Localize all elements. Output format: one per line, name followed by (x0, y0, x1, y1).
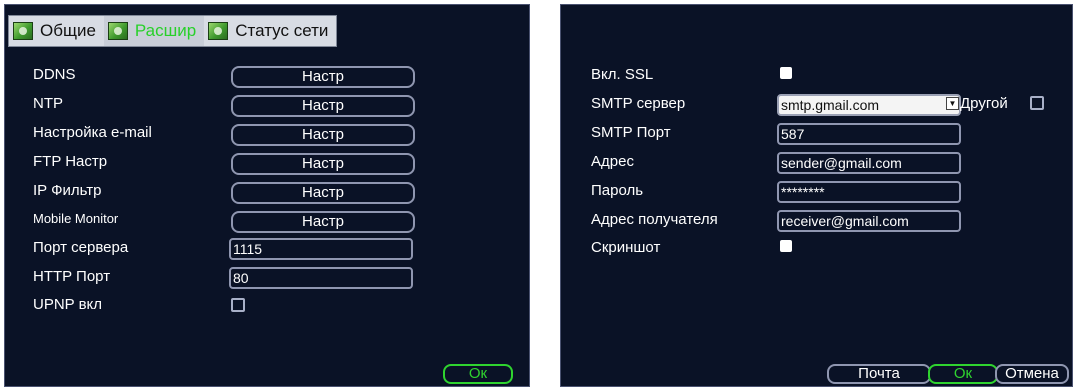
smtp-server-dropdown[interactable]: smtp.gmail.com (777, 94, 961, 116)
smtp-server-label: SMTP сервер (591, 95, 686, 112)
network-icon (107, 22, 128, 40)
http-port-label: HTTP Порт (33, 268, 111, 285)
password-label: Пароль (591, 182, 644, 199)
smtp-port-label: SMTP Порт (591, 124, 671, 141)
network-icon (208, 22, 229, 40)
other-checkbox[interactable] (1030, 96, 1044, 110)
upnp-label: UPNP вкл (33, 296, 103, 313)
email-settings-label: Настройка e-mail (33, 124, 152, 141)
ftp-setup-button[interactable]: Настр (231, 153, 415, 175)
ftp-label: FTP Настр (33, 153, 108, 170)
recipient-address-input[interactable]: receiver@gmail.com (777, 210, 961, 232)
tab-general-label: Общие (40, 21, 96, 40)
upnp-checkbox[interactable] (231, 298, 245, 312)
mobile-monitor-label: Mobile Monitor (33, 211, 119, 226)
cancel-button[interactable]: Отмена (995, 364, 1069, 384)
ok-button[interactable]: Ок (443, 364, 513, 384)
screenshot-label: Скриншот (591, 239, 661, 256)
smtp-port-input[interactable]: 587 (777, 123, 961, 145)
chevron-down-icon[interactable]: ▼ (946, 97, 959, 110)
server-port-label: Порт сервера (33, 239, 129, 256)
other-label: Другой (960, 95, 1008, 112)
tab-general[interactable]: Общие (9, 16, 104, 46)
ntp-setup-button[interactable]: Настр (231, 95, 415, 117)
recipient-label: Адрес получателя (591, 211, 718, 228)
password-input[interactable]: ******** (777, 181, 961, 203)
ssl-label: Вкл. SSL (591, 66, 654, 83)
ssl-checkbox[interactable] (780, 67, 792, 79)
network-icon (13, 22, 33, 40)
tab-advanced-label: Расшир (134, 21, 197, 40)
tab-bar: Общие Расшир Статус сети (8, 15, 338, 47)
ddns-setup-button[interactable]: Настр (231, 66, 415, 88)
mail-test-button[interactable]: Почта (827, 364, 931, 384)
ddns-label: DDNS (33, 66, 76, 83)
address-label: Адрес (591, 153, 634, 170)
sender-address-input[interactable]: sender@gmail.com (777, 152, 961, 174)
ok-button[interactable]: Ок (928, 364, 998, 384)
tab-advanced[interactable]: Расшир (103, 16, 205, 46)
mobile-monitor-setup-button[interactable]: Настр (231, 211, 415, 233)
ip-filter-setup-button[interactable]: Настр (231, 182, 415, 204)
server-port-input[interactable]: 1115 (229, 238, 413, 260)
tab-network-status[interactable]: Статус сети (204, 16, 336, 46)
screenshot-checkbox[interactable] (780, 240, 792, 252)
http-port-input[interactable]: 80 (229, 267, 413, 289)
email-setup-button[interactable]: Настр (231, 124, 415, 146)
advanced-network-panel: Общие Расшир Статус сети DDNS Настр NTP … (4, 4, 530, 387)
ntp-label: NTP (33, 95, 63, 112)
email-settings-panel: Вкл. SSL SMTP сервер smtp.gmail.com ▼ Др… (560, 4, 1073, 387)
ip-filter-label: IP Фильтр (33, 182, 102, 199)
tab-network-status-label: Статус сети (235, 21, 329, 40)
